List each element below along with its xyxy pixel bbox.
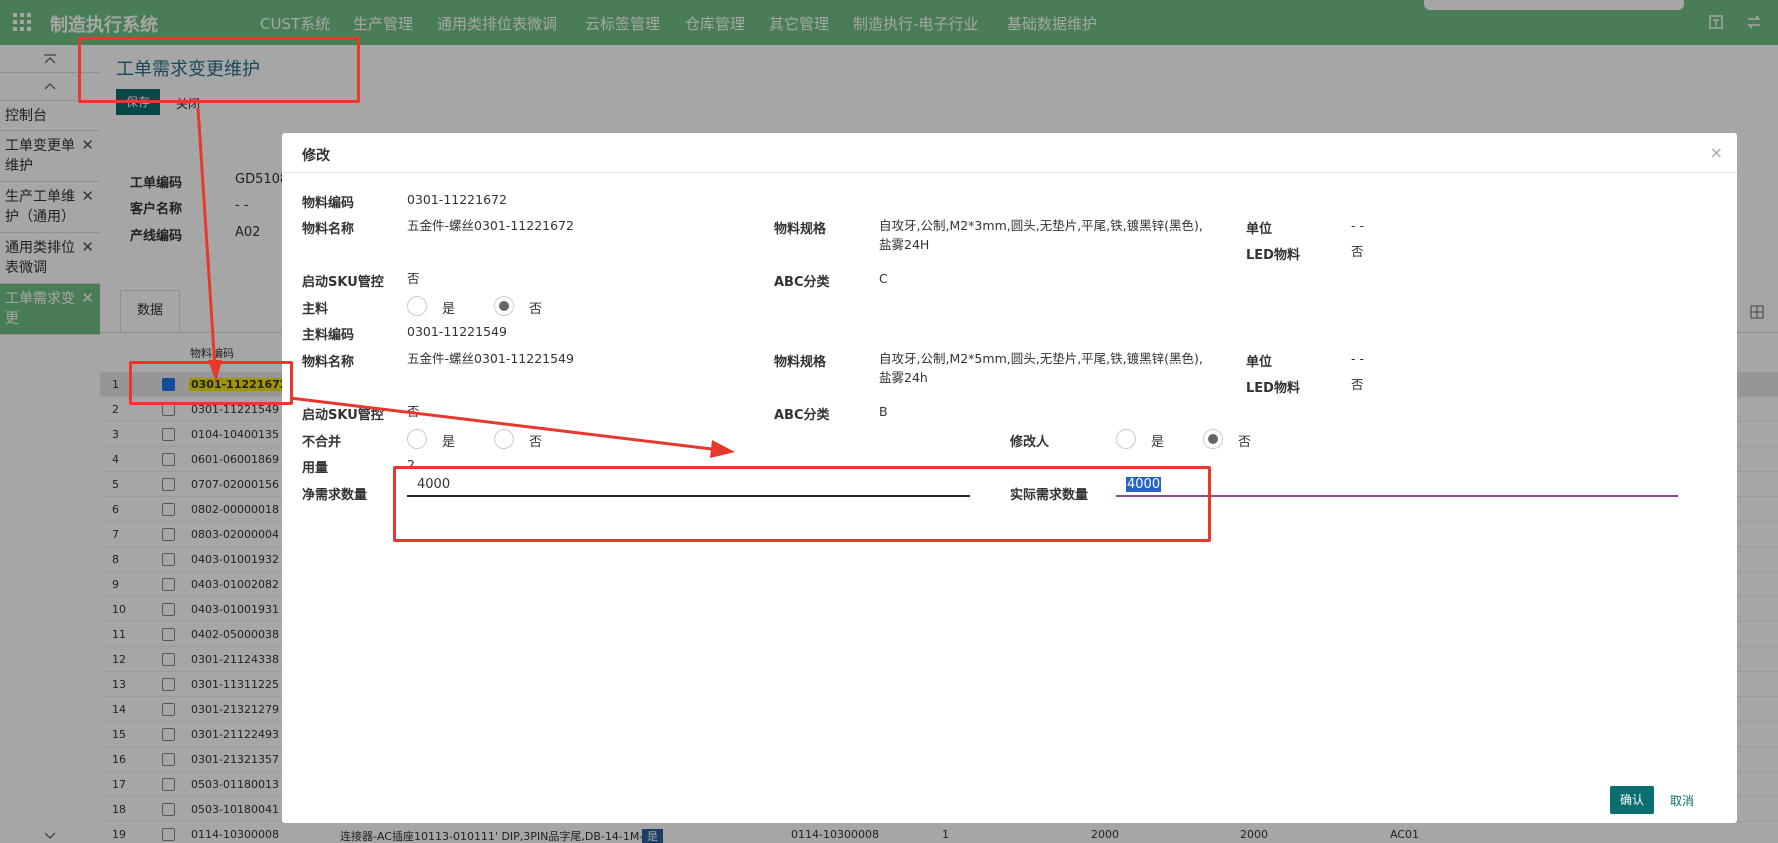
annotation-arrows <box>196 107 735 458</box>
